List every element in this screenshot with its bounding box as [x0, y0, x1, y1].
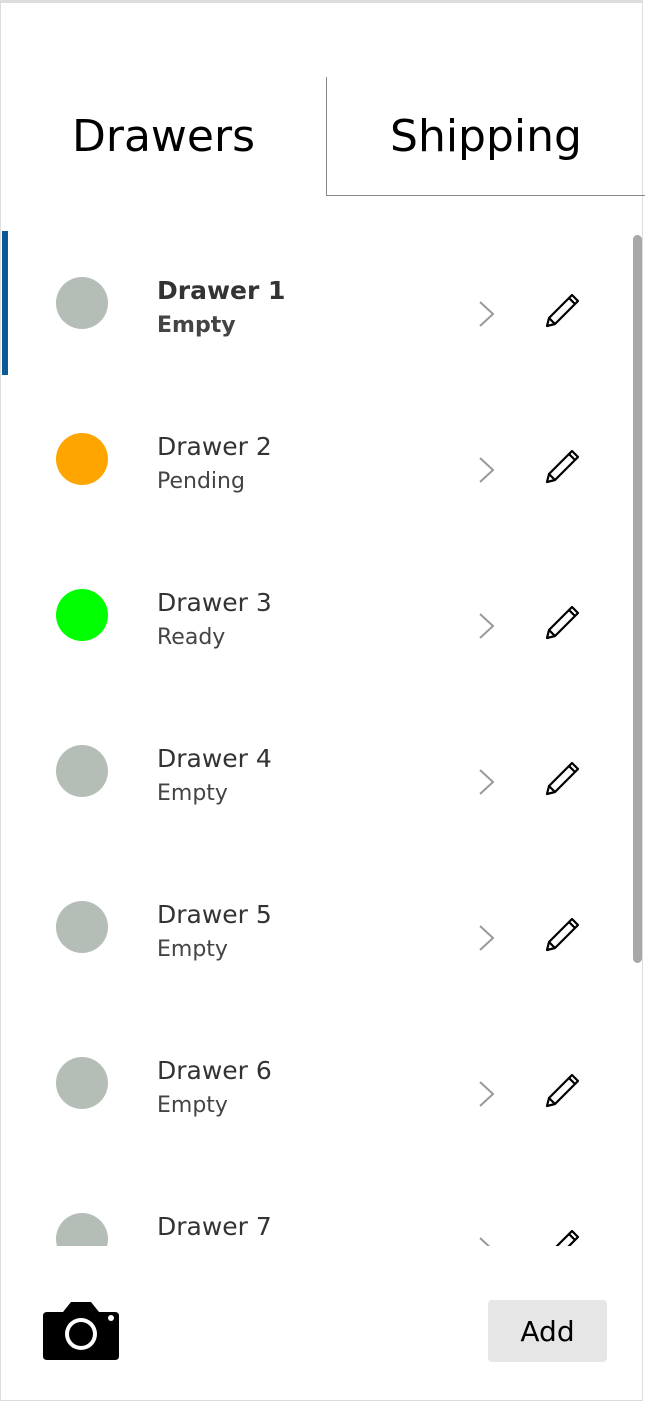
drawer-name: Drawer 4: [157, 744, 272, 773]
tab-drawers-label: Drawers: [71, 111, 255, 162]
drawer-status: Pending: [157, 469, 245, 494]
status-dot-icon: [56, 433, 108, 485]
status-dot-icon: [56, 589, 108, 641]
drawer-row[interactable]: Drawer 7: [0, 1167, 625, 1246]
drawer-list[interactable]: Drawer 1 Empty Drawer 2 Pending Drawer 3 Read…: [0, 231, 645, 1246]
pencil-icon[interactable]: [542, 1227, 582, 1246]
drawer-row[interactable]: Drawer 1 Empty: [0, 231, 625, 375]
drawer-row[interactable]: Drawer 3 Ready: [0, 543, 625, 687]
chevron-right-icon[interactable]: [476, 455, 498, 485]
drawer-name: Drawer 7: [157, 1212, 272, 1241]
camera-icon[interactable]: [41, 1300, 121, 1362]
drawer-name: Drawer 2: [157, 432, 272, 461]
drawer-row[interactable]: Drawer 2 Pending: [0, 387, 625, 531]
chevron-right-icon[interactable]: [476, 923, 498, 953]
tab-drawers[interactable]: Drawers: [0, 77, 327, 196]
drawer-row[interactable]: Drawer 6 Empty: [0, 1011, 625, 1155]
pencil-icon[interactable]: [542, 759, 582, 799]
pencil-icon[interactable]: [542, 603, 582, 643]
drawer-status: Ready: [157, 625, 226, 650]
pencil-icon[interactable]: [542, 291, 582, 331]
drawer-status: Empty: [157, 1093, 228, 1118]
drawer-status: Empty: [157, 781, 228, 806]
chevron-right-icon[interactable]: [476, 299, 498, 329]
list-scrollbar[interactable]: [633, 235, 642, 963]
drawer-row[interactable]: Drawer 5 Empty: [0, 855, 625, 999]
drawer-status: Empty: [157, 937, 228, 962]
drawer-status: Empty: [157, 313, 236, 338]
status-dot-icon: [56, 745, 108, 797]
pencil-icon[interactable]: [542, 1071, 582, 1111]
drawer-name: Drawer 3: [157, 588, 272, 617]
drawer-name: Drawer 6: [157, 1056, 272, 1085]
status-dot-icon: [56, 901, 108, 953]
status-dot-icon: [56, 1213, 108, 1246]
add-button[interactable]: Add: [488, 1300, 607, 1362]
drawer-name: Drawer 1: [157, 276, 286, 305]
status-dot-icon: [56, 1057, 108, 1109]
selection-indicator: [2, 231, 8, 375]
chevron-right-icon[interactable]: [476, 1235, 498, 1246]
status-dot-icon: [56, 277, 108, 329]
drawer-name: Drawer 5: [157, 900, 272, 929]
chevron-right-icon[interactable]: [476, 767, 498, 797]
tab-shipping[interactable]: Shipping: [326, 77, 645, 196]
drawer-row[interactable]: Drawer 4 Empty: [0, 699, 625, 843]
pencil-icon[interactable]: [542, 915, 582, 955]
chevron-right-icon[interactable]: [476, 1079, 498, 1109]
chevron-right-icon[interactable]: [476, 611, 498, 641]
tab-shipping-label: Shipping: [390, 110, 582, 162]
pencil-icon[interactable]: [542, 447, 582, 487]
